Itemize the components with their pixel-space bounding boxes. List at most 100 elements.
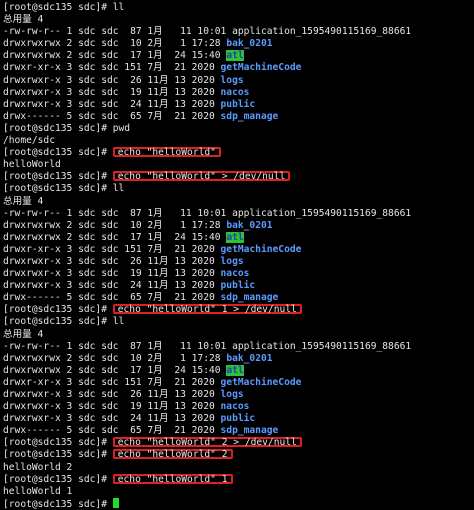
terminal-line: 总用量 4 [3, 329, 474, 341]
terminal-line: drwxrwxr-x 3 sdc sdc 24 11月 13 2020 publ… [3, 99, 474, 111]
shell-prompt: [root@sdc135 sdc]# [3, 171, 113, 183]
file-meta: drwxrwxr-x 3 sdc sdc 26 11月 13 2020 [3, 255, 221, 267]
terminal-line: [root@sdc135 sdc]# ll [3, 2, 474, 14]
directory-name: sdp_manage [220, 425, 279, 437]
terminal-line: [root@sdc135 sdc]# pwd [3, 123, 474, 135]
shell-prompt: [root@sdc135 sdc]# [3, 473, 113, 485]
terminal-line: drwxrwxr-x 3 sdc sdc 19 11月 13 2020 naco… [3, 401, 474, 413]
directory-name: atl [226, 50, 244, 62]
terminal-line: drwxr-xr-x 3 sdc sdc 151 7月 21 2020 getM… [3, 244, 474, 256]
terminal-line: drwxrwxr-x 3 sdc sdc 26 11月 13 2020 logs [3, 75, 474, 87]
file-meta: drwxrwxr-x 3 sdc sdc 26 11月 13 2020 [3, 74, 221, 86]
file-meta: drwxr-xr-x 3 sdc sdc 151 7月 21 2020 [3, 243, 221, 255]
file-meta: drwxrwxr-x 3 sdc sdc 26 11月 13 2020 [3, 389, 221, 400]
terminal-line: drwx------ 5 sdc sdc 65 7月 21 2020 sdp_m… [3, 425, 474, 437]
directory-name: atl [226, 231, 244, 243]
directory-name: nacos [220, 268, 250, 280]
file-meta: drwxrwxr-x 3 sdc sdc 24 11月 13 2020 [3, 413, 221, 425]
directory-name: bak_0201 [226, 38, 273, 50]
file-meta: drwxrwxrwx 2 sdc sdc 17 1月 24 15:40 [3, 50, 227, 62]
shell-prompt: [root@sdc135 sdc]# [3, 304, 113, 316]
file-meta: drwx------ 5 sdc sdc 65 7月 21 2020 [3, 425, 221, 437]
output-text: /home/sdc [3, 135, 55, 147]
terminal-line: helloWorld [3, 159, 474, 171]
directory-name: logs [220, 255, 244, 267]
output-text: helloWorld 2 [3, 461, 73, 473]
directory-name: nacos [220, 401, 250, 413]
terminal-line: drwxrwxrwx 2 sdc sdc 17 1月 24 15:40 atl [3, 364, 474, 377]
directory-name: getMachineCode [220, 62, 302, 74]
directory-name: getMachineCode [220, 376, 302, 388]
command-text: ll [112, 316, 125, 328]
file-meta: drwx------ 5 sdc sdc 65 7月 21 2020 [3, 110, 221, 122]
terminal-line: drwxrwxr-x 3 sdc sdc 24 11月 13 2020 publ… [3, 413, 474, 425]
command-text: ll [112, 2, 125, 13]
command-text: pwd [112, 122, 131, 134]
shell-prompt: [root@sdc135 sdc]# [3, 183, 113, 195]
file-name: application_1595490115169_88661 [232, 340, 412, 352]
terminal-line: drwxrwxrwx 2 sdc sdc 10 2月 1 17:28 bak_0… [3, 220, 474, 232]
terminal-line: [root@sdc135 sdc]# [3, 497, 474, 510]
command-text: ll [112, 183, 125, 195]
terminal-line: drwxrwxr-x 3 sdc sdc 24 11月 13 2020 publ… [3, 280, 474, 292]
file-meta: drwxrwxr-x 3 sdc sdc 19 11月 13 2020 [3, 268, 221, 280]
directory-name: bak_0201 [226, 352, 273, 364]
terminal-line: drwxrwxr-x 3 sdc sdc 26 11月 13 2020 logs [3, 389, 474, 401]
terminal-line: [root@sdc135 sdc]# echo "helloWorld" 1 [3, 473, 474, 486]
file-meta: drwxrwxr-x 3 sdc sdc 24 11月 13 2020 [3, 98, 221, 110]
file-name: application_1595490115169_88661 [232, 207, 412, 219]
terminal-line: drwxrwxrwx 2 sdc sdc 17 1月 24 15:40 atl [3, 231, 474, 244]
terminal-line: [root@sdc135 sdc]# ll [3, 316, 474, 328]
directory-name: sdp_manage [220, 292, 279, 304]
output-text: 总用量 4 [3, 195, 44, 207]
text-cursor[interactable] [112, 497, 119, 508]
file-meta: drwxrwxrwx 2 sdc sdc 17 1月 24 15:40 [3, 364, 227, 376]
file-meta: -rw-rw-r-- 1 sdc sdc 87 1月 11 10:01 [3, 340, 233, 352]
terminal-line: -rw-rw-r-- 1 sdc sdc 87 1月 11 10:01 appl… [3, 341, 474, 353]
directory-name: public [220, 98, 256, 110]
file-name: application_1595490115169_88661 [232, 26, 412, 38]
directory-name: bak_0201 [226, 219, 273, 231]
terminal-line: drwx------ 5 sdc sdc 65 7月 21 2020 sdp_m… [3, 111, 474, 123]
file-meta: drwxr-xr-x 3 sdc sdc 151 7月 21 2020 [3, 62, 221, 74]
terminal-line: [root@sdc135 sdc]# echo "helloWorld" 2 [3, 449, 474, 461]
terminal-line: 总用量 4 [3, 14, 474, 26]
terminal-line: drwxrwxr-x 3 sdc sdc 19 11月 13 2020 naco… [3, 87, 474, 99]
directory-name: getMachineCode [220, 243, 302, 255]
directory-name: nacos [220, 86, 250, 98]
terminal-line: 总用量 4 [3, 196, 474, 208]
terminal-line: helloWorld 1 [3, 486, 474, 498]
highlighted-command: echo "helloWorld" 1 [112, 473, 233, 484]
shell-prompt: [root@sdc135 sdc]# [3, 498, 113, 510]
terminal-line: drwxrwxrwx 2 sdc sdc 10 2月 1 17:28 bak_0… [3, 353, 474, 365]
terminal-line: drwxrwxrwx 2 sdc sdc 10 2月 1 17:28 bak_0… [3, 38, 474, 50]
terminal-line: drwxrwxr-x 3 sdc sdc 26 11月 13 2020 logs [3, 256, 474, 268]
shell-prompt: [root@sdc135 sdc]# [3, 122, 113, 134]
terminal-line: /home/sdc [3, 135, 474, 147]
file-meta: drwxrwxrwx 2 sdc sdc 10 2月 1 17:28 [3, 352, 227, 364]
directory-name: logs [220, 74, 244, 86]
directory-name: public [220, 280, 256, 292]
terminal-line: drwx------ 5 sdc sdc 65 7月 21 2020 sdp_m… [3, 292, 474, 304]
terminal-window[interactable]: [root@sdc135 sdc]# ll 总用量 4 -rw-rw-r-- 1 s… [0, 0, 474, 510]
file-meta: drwxrwxr-x 3 sdc sdc 24 11月 13 2020 [3, 280, 221, 292]
output-text: helloWorld 1 [3, 485, 73, 497]
terminal-line: drwxr-xr-x 3 sdc sdc 151 7月 21 2020 getM… [3, 377, 474, 389]
file-meta: drwxrwxrwx 2 sdc sdc 10 2月 1 17:28 [3, 38, 227, 50]
highlighted-command: echo "helloWorld" 2 > /dev/null [112, 437, 302, 448]
highlighted-command: echo "helloWorld" [112, 147, 221, 157]
highlighted-command: echo "helloWorld" > /dev/null [112, 171, 291, 182]
file-meta: drwxrwxrwx 2 sdc sdc 10 2月 1 17:28 [3, 219, 227, 231]
shell-prompt: [root@sdc135 sdc]# [3, 449, 113, 461]
file-meta: drwxrwxr-x 3 sdc sdc 19 11月 13 2020 [3, 86, 221, 98]
terminal-line: [root@sdc135 sdc]# echo "helloWorld" 2 >… [3, 437, 474, 449]
shell-prompt: [root@sdc135 sdc]# [3, 2, 113, 13]
output-text: 总用量 4 [3, 14, 44, 26]
directory-name: atl [226, 364, 244, 376]
file-meta: drwx------ 5 sdc sdc 65 7月 21 2020 [3, 292, 221, 304]
directory-name: public [220, 413, 256, 425]
terminal-line: [root@sdc135 sdc]# echo "helloWorld" 1 >… [3, 304, 474, 316]
terminal-line: [root@sdc135 sdc]# ll [3, 183, 474, 195]
output-text: helloWorld [3, 159, 61, 171]
file-meta: -rw-rw-r-- 1 sdc sdc 87 1月 11 10:01 [3, 207, 233, 219]
